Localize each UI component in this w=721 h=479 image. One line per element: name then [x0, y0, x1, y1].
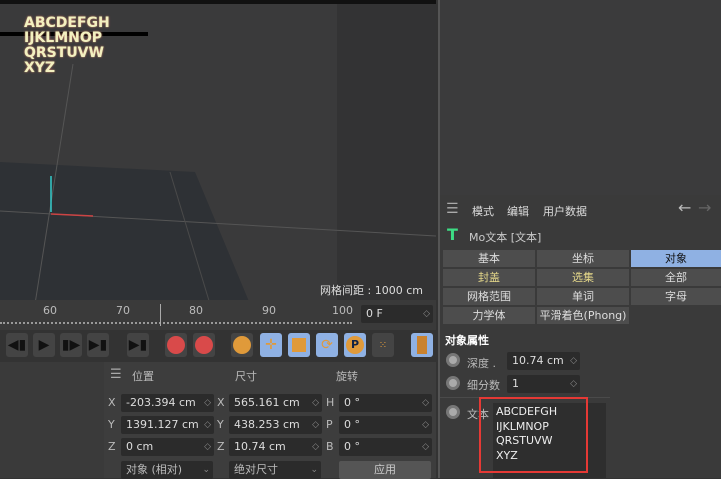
position-field[interactable]: 1391.127 cm ◇ — [121, 416, 214, 434]
size-mode-select[interactable]: 绝对尺寸 ⌄ — [229, 461, 321, 479]
scale-icon[interactable] — [288, 333, 310, 357]
tick-label: 100 — [332, 304, 353, 317]
highlight-box — [479, 397, 588, 473]
tab-7[interactable]: 单词 — [537, 288, 629, 305]
size-field[interactable]: 10.74 cm ◇ — [229, 438, 322, 456]
timeline-ruler — [0, 322, 352, 325]
position-header: 位置 — [132, 370, 154, 383]
axis-label: Y — [108, 418, 115, 431]
depth-radio[interactable] — [446, 353, 460, 367]
tab-10[interactable]: 平滑着色(Phong) — [537, 307, 629, 324]
rotate-icon[interactable]: ⟳ — [316, 333, 338, 357]
text-line: IJKLMNOP — [24, 30, 102, 46]
axis-label: H — [326, 396, 335, 409]
grid-spacing-label: 网格间距 : 1000 cm — [320, 284, 423, 297]
goto-last-icon[interactable]: ▶▮ — [127, 333, 149, 357]
tick-label: 90 — [262, 304, 276, 317]
subdivision-label: 细分数 — [467, 379, 500, 392]
tick-label: 70 — [116, 304, 130, 317]
rotation-field[interactable]: 0 ° ◇ — [339, 416, 432, 434]
coord-mode-select[interactable]: 对象 (相对) ⌄ — [121, 461, 213, 479]
move-icon[interactable]: ✛ — [260, 333, 282, 357]
menu-user-data[interactable]: 用户数据 — [543, 203, 587, 219]
size-header: 尺寸 — [235, 370, 257, 383]
size-field[interactable]: 565.161 cm ◇ — [229, 394, 322, 412]
menu-icon[interactable]: ☰ — [446, 201, 459, 217]
rotation-field[interactable]: 0 ° ◇ — [339, 394, 432, 412]
keyframe-settings-icon[interactable] — [231, 333, 253, 357]
depth-label: 深度 . — [467, 357, 496, 370]
timeline[interactable]: 60 70 80 90 100 0 F ◇ — [0, 300, 436, 330]
text-line: ABCDEFGH — [24, 15, 110, 31]
playhead[interactable] — [160, 304, 161, 326]
rotation-header: 旋转 — [336, 370, 358, 383]
timeline-window-icon[interactable] — [411, 333, 433, 357]
tab-6[interactable]: 网格范围 — [443, 288, 535, 305]
menu-edit[interactable]: 编辑 — [507, 203, 529, 219]
size-field[interactable]: 438.253 cm ◇ — [229, 416, 322, 434]
axis-label: P — [326, 418, 333, 431]
tab-4[interactable]: 选集 — [537, 269, 629, 286]
text-line: XYZ — [24, 60, 56, 76]
tab-3[interactable]: 封盖 — [443, 269, 535, 286]
axis-label: Y — [217, 418, 224, 431]
left-panel — [0, 362, 104, 478]
frame-field[interactable]: 0 F ◇ — [361, 305, 433, 323]
play-icon[interactable]: ▶ — [33, 333, 55, 357]
tab-9[interactable]: 力学体 — [443, 307, 535, 324]
axis-label: Z — [108, 440, 116, 453]
tab-1[interactable]: 坐标 — [537, 250, 629, 267]
rotation-field[interactable]: 0 ° ◇ — [339, 438, 432, 456]
object-manager — [438, 0, 721, 195]
axis-label: X — [217, 396, 225, 409]
depth-field[interactable]: 10.74 cm ◇ — [507, 352, 580, 370]
goto-end-icon[interactable]: ▶▮ — [87, 333, 109, 357]
tab-2[interactable]: 对象 — [631, 250, 721, 267]
3d-viewport[interactable]: ABCDEFGH IJKLMNOP QRSTUVW XYZ 网格间距 : 100… — [0, 0, 436, 300]
apply-button[interactable]: 应用 — [339, 461, 431, 479]
tab-5[interactable]: 全部 — [631, 269, 721, 286]
next-key-icon[interactable]: ▮▶ — [60, 333, 82, 357]
motext-3d: ABCDEFGH IJKLMNOP QRSTUVW XYZ — [24, 16, 110, 76]
axis-label: X — [108, 396, 116, 409]
menu-icon[interactable]: ☰ — [110, 367, 122, 382]
back-arrow-icon[interactable]: ← — [678, 198, 691, 217]
tab-8[interactable]: 字母 — [631, 288, 721, 305]
menu-mode[interactable]: 模式 — [472, 203, 494, 219]
tick-label: 80 — [189, 304, 203, 317]
text-radio[interactable] — [446, 405, 460, 419]
tick-label: 60 — [43, 304, 57, 317]
section-title: 对象属性 — [445, 334, 489, 347]
position-field[interactable]: 0 cm ◇ — [121, 438, 214, 456]
prev-key-icon[interactable]: ◀▮ — [6, 333, 28, 357]
autokey-icon[interactable] — [193, 333, 215, 357]
motext-icon: T — [447, 225, 458, 244]
axis-label: B — [326, 440, 334, 453]
tab-0[interactable]: 基本 — [443, 250, 535, 267]
point-level-icon[interactable]: ⁙ — [372, 333, 394, 357]
attribute-manager: ☰ 模式 编辑 用户数据 ← → T Mo文本 [文本] 对象属性 深度 . 1… — [438, 195, 721, 478]
subdivision-radio[interactable] — [446, 376, 460, 390]
object-title: Mo文本 [文本] — [469, 231, 542, 244]
forward-arrow-icon[interactable]: → — [698, 198, 711, 217]
text-line: QRSTUVW — [24, 45, 104, 61]
subdivision-field[interactable]: 1 ◇ — [507, 375, 580, 393]
axis-label: Z — [217, 440, 225, 453]
parameter-icon[interactable]: P — [344, 333, 366, 357]
position-field[interactable]: -203.394 cm ◇ — [121, 394, 214, 412]
record-key-icon[interactable] — [165, 333, 187, 357]
